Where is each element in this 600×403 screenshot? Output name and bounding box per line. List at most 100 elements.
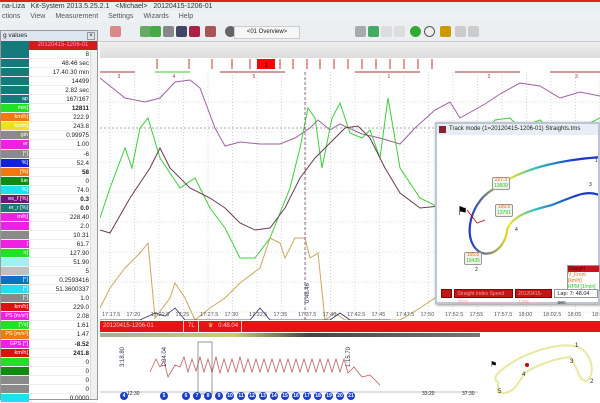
- table-icon[interactable]: [176, 26, 187, 37]
- lap-number-badge[interactable]: 5: [160, 392, 168, 400]
- channel-value: 1.00: [76, 141, 89, 149]
- vt2-icon[interactable]: [394, 26, 405, 37]
- value-row[interactable]: 48.46 sec: [1, 59, 97, 69]
- value-row[interactable]: [°] -6: [1, 149, 97, 159]
- link-icon[interactable]: [355, 26, 366, 37]
- channel-value: 0: [85, 385, 89, 393]
- value-row[interactable]: %] 74.0: [1, 185, 97, 195]
- lap-number-badge[interactable]: 7: [193, 392, 201, 400]
- value-row[interactable]: 51.90: [1, 258, 97, 268]
- value-row[interactable]: ap 167/167: [1, 95, 97, 105]
- lap-number-badge[interactable]: 21: [347, 392, 355, 400]
- chart-mode-icon[interactable]: [368, 26, 379, 37]
- value-row[interactable]: 10.31: [1, 230, 97, 240]
- lap-number-badge[interactable]: 12: [248, 392, 256, 400]
- window-title: na-Liza Kit-System 2013.5.25.2.1 <Michae…: [0, 0, 600, 11]
- lap-number-badge[interactable]: 19: [325, 392, 333, 400]
- value-row[interactable]: %] 52.4: [1, 158, 97, 168]
- value-row[interactable]: PS [m/s²] 1.47: [1, 330, 97, 340]
- value-row[interactable]: 0: [1, 375, 97, 385]
- value-row[interactable]: 0: [1, 357, 97, 367]
- value-row[interactable]: 2.0: [1, 221, 97, 231]
- lap-number-badge[interactable]: 13: [259, 392, 267, 400]
- value-row[interactable]: km/h] 229.0: [1, 303, 97, 313]
- value-row[interactable]: m/h] 228.40: [1, 212, 97, 222]
- menu-item[interactable]: Help: [179, 13, 193, 20]
- save-icon[interactable]: [189, 26, 200, 37]
- corner-number: 5: [498, 389, 502, 395]
- value-row[interactable]: [°/s] 1.61: [1, 321, 97, 331]
- scrollbar[interactable]: [90, 50, 97, 399]
- value-row[interactable]: 0: [1, 366, 97, 376]
- menu-item[interactable]: Settings: [108, 13, 133, 20]
- channel-value: 74.0: [76, 186, 89, 194]
- lap-overview[interactable]: 4 5 6 7 8 9 10 11 12 13 14 15 16 17 18 19 20 21 3:18.80 1:3…: [100, 337, 480, 400]
- value-row[interactable]: gin 0.99975: [1, 131, 97, 141]
- channel-label: GPS [°]: [1, 339, 29, 348]
- lap-number-badge[interactable]: 10: [226, 392, 234, 400]
- lap-number-badge[interactable]: 11: [237, 392, 245, 400]
- value-row[interactable]: 8: [1, 50, 97, 60]
- lap-number-badge[interactable]: 6: [182, 392, 190, 400]
- channel-value: 228.40: [69, 213, 89, 221]
- value-row[interactable]: km/h] 241.8: [1, 348, 97, 358]
- axis-icon[interactable]: [163, 26, 174, 37]
- trophy-icon[interactable]: [440, 26, 451, 37]
- value-row[interactable]: er_r [%] 0.0: [1, 203, 97, 213]
- value-row[interactable]: 14499: [1, 77, 97, 87]
- lap-number-badge[interactable]: 15: [281, 392, 289, 400]
- car-position-marker: [525, 363, 529, 367]
- channel-label: [°]: [1, 276, 29, 285]
- channel-label: %]: [1, 185, 29, 194]
- value-row[interactable]: km/h] 222.9: [1, 113, 97, 123]
- value-row[interactable]: lue 0: [1, 176, 97, 186]
- menu-item[interactable]: View: [30, 13, 45, 20]
- value-row[interactable]: [%] 58: [1, 167, 97, 177]
- lap-number-badge[interactable]: 9: [215, 392, 223, 400]
- track-minimap: ⚑ 1 3 4 2 5: [478, 337, 600, 400]
- lap-number-badge[interactable]: 20: [336, 392, 344, 400]
- value-row[interactable]: er 1.00: [1, 140, 97, 150]
- tool-icon[interactable]: [110, 26, 121, 37]
- rpm-value: 13791: [497, 209, 511, 216]
- track-mode-window[interactable]: Track mode (1=20120415-1206-01) Straight…: [435, 122, 600, 306]
- value-row[interactable]: PS [m/s²] 2.08: [1, 312, 97, 322]
- graph-icon[interactable]: [150, 26, 161, 37]
- value-row[interactable]: 0: [1, 384, 97, 394]
- lap-number-badge[interactable]: 8: [204, 392, 212, 400]
- layout-select[interactable]: <01 Overview>: [234, 26, 300, 39]
- zoom-icon[interactable]: [424, 26, 435, 37]
- value-row[interactable]: es_f [%] 0.3: [1, 194, 97, 204]
- undo-icon[interactable]: [410, 26, 421, 37]
- value-row[interactable]: GPS [°] -8.52: [1, 339, 97, 349]
- value-row[interactable]: n] 127.90: [1, 249, 97, 259]
- value-row[interactable]: 5: [1, 267, 97, 277]
- value-row[interactable]: [°] 51.3600337: [1, 285, 97, 295]
- box-icon[interactable]: [205, 26, 216, 37]
- x-tick-label: 17:50: [420, 312, 435, 318]
- lap-number-badge[interactable]: 16: [292, 392, 300, 400]
- menu-item[interactable]: ctions: [2, 13, 20, 20]
- vt-icon[interactable]: [381, 26, 392, 37]
- value-row[interactable]: [°] 0.2593416: [1, 276, 97, 286]
- menu-item[interactable]: Measurement: [55, 13, 98, 20]
- lap-number-badge[interactable]: 18: [314, 392, 322, 400]
- menu-item[interactable]: Wizards: [143, 13, 168, 20]
- value-row[interactable]: ] 61.7: [1, 239, 97, 250]
- close-icon[interactable]: ×: [87, 32, 95, 40]
- window-icon[interactable]: [468, 26, 479, 37]
- value-row[interactable]: 0.0000: [1, 393, 97, 403]
- channel-value: 0.99975: [66, 132, 89, 140]
- channel-value: 0: [85, 358, 89, 366]
- window-icon[interactable]: [455, 26, 466, 37]
- value-row[interactable]: 2.82 sec: [1, 86, 97, 96]
- value-row[interactable]: 17.40.30 min: [1, 68, 97, 78]
- value-row[interactable]: min] 12811: [1, 104, 97, 114]
- track-value-tag: 227.3 13609: [492, 177, 510, 190]
- sort-icon[interactable]: [1, 41, 29, 50]
- lap-number-badge[interactable]: 14: [270, 392, 278, 400]
- lap-number-badge[interactable]: 17: [303, 392, 311, 400]
- value-row[interactable]: [°] 1.0: [1, 294, 97, 304]
- value-row[interactable]: km/h] 243.8: [1, 122, 97, 132]
- channel-value: 243.8: [73, 123, 89, 131]
